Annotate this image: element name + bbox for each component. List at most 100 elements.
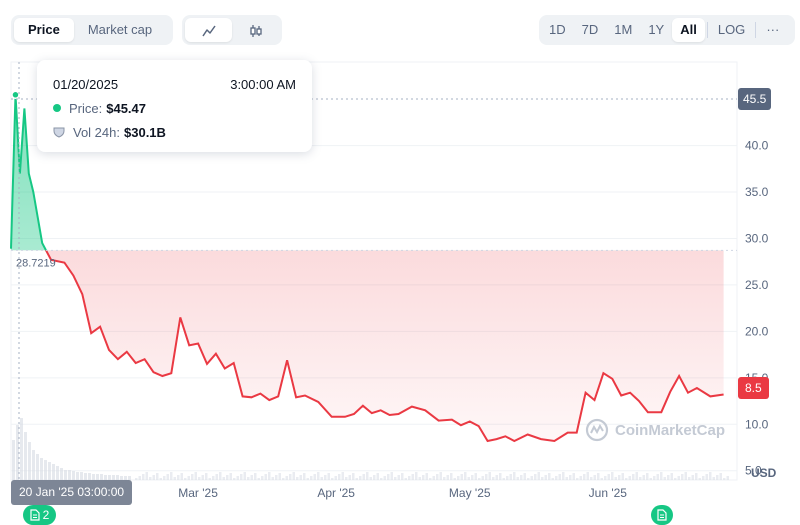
- volume-bar: [156, 473, 159, 480]
- volume-bar: [467, 477, 470, 480]
- volume-bar: [408, 476, 411, 480]
- volume-bar: [523, 473, 526, 480]
- volume-bar: [702, 476, 705, 480]
- volume-bar: [52, 464, 55, 480]
- volume-bar: [635, 472, 638, 480]
- volume-bar: [362, 474, 365, 480]
- volume-bar: [163, 476, 166, 480]
- volume-bar: [642, 475, 645, 480]
- volume-bar: [551, 478, 554, 480]
- volume-bar: [240, 474, 243, 480]
- x-axis: Mar '25 Apr '25 May '25 Jun '25: [178, 486, 627, 500]
- last-price-tag: 8.5: [738, 377, 769, 399]
- volume-bar: [355, 478, 358, 480]
- volume-bar: [390, 472, 393, 480]
- volume-bar: [320, 477, 323, 480]
- volume-bar: [653, 476, 656, 480]
- volume-bar: [285, 476, 288, 480]
- y-tick-label: 25.0: [745, 278, 769, 292]
- volume-bar: [72, 471, 75, 480]
- volume-bar: [20, 418, 23, 480]
- volume-bar: [56, 466, 59, 480]
- volume-bar: [306, 478, 309, 480]
- volume-bar: [80, 472, 83, 480]
- volume-bar: [142, 474, 145, 480]
- volume-bar: [527, 478, 530, 480]
- volume-bar: [352, 473, 355, 480]
- volume-bar: [625, 478, 628, 480]
- volume-bar: [429, 478, 432, 480]
- notes-badge[interactable]: [651, 505, 673, 525]
- volume-bar: [495, 475, 498, 480]
- volume-bar: [723, 478, 726, 480]
- open-price-label: 28.7219: [16, 257, 56, 269]
- y-tick-label: 35.0: [745, 185, 769, 199]
- volume-bar: [12, 440, 15, 480]
- volume-bar: [481, 476, 484, 480]
- document-icon: [30, 509, 40, 521]
- y-tick-label: 30.0: [745, 231, 769, 245]
- volume-bar: [691, 475, 694, 480]
- volume-bar: [373, 475, 376, 480]
- volume-bar: [488, 472, 491, 480]
- volume-bar: [184, 478, 187, 480]
- volume-bar: [180, 473, 183, 480]
- volume-bar: [229, 473, 232, 480]
- volume-bar: [359, 476, 362, 480]
- volume-bar: [152, 475, 155, 480]
- volume-bar: [446, 475, 449, 480]
- volume-bar: [341, 472, 344, 480]
- volume-bar: [513, 472, 516, 480]
- volume-bar: [64, 470, 67, 480]
- volume-bar: [607, 474, 610, 480]
- volume-bar: [212, 476, 215, 480]
- volume-bar: [436, 474, 439, 480]
- volume-bar: [208, 478, 211, 480]
- volume-bar: [222, 477, 225, 480]
- volume-bar: [32, 450, 35, 480]
- volume-bar: [170, 472, 173, 480]
- volume-bar: [509, 474, 512, 480]
- volume-bar: [555, 476, 558, 480]
- volume-bar: [548, 473, 551, 480]
- volume-bar: [439, 472, 442, 480]
- volume-bar: [604, 476, 607, 480]
- volume-bar: [422, 475, 425, 480]
- x-tick-label: Mar '25: [178, 486, 218, 500]
- x-tick-label: Apr '25: [317, 486, 355, 500]
- volume-bar: [646, 473, 649, 480]
- price-dot-icon: [53, 104, 61, 112]
- volume-bar: [499, 473, 502, 480]
- volume-bar: [215, 474, 218, 480]
- volume-bar: [138, 476, 141, 480]
- volume-bar: [418, 477, 421, 480]
- volume-bar: [597, 473, 600, 480]
- volume-bar: [618, 475, 621, 480]
- volume-bar: [460, 474, 463, 480]
- volume-bar: [36, 454, 39, 480]
- volume-bar: [688, 477, 691, 480]
- volume-bar: [76, 472, 79, 480]
- volume-bar: [205, 473, 208, 480]
- volume-bar: [502, 478, 505, 480]
- volume-bar: [681, 474, 684, 480]
- volume-bar: [667, 475, 670, 480]
- volume-bar: [628, 476, 631, 480]
- volume-bar: [443, 477, 446, 480]
- volume-bar: [464, 472, 467, 480]
- tooltip-volume-label: Vol 24h:: [73, 124, 120, 140]
- coinmarketcap-logo-icon: [585, 418, 609, 442]
- volume-bar: [44, 460, 47, 480]
- volume-bar: [674, 478, 677, 480]
- volume-bar: [656, 474, 659, 480]
- volume-bar: [583, 474, 586, 480]
- notes-badge[interactable]: 2: [23, 505, 56, 525]
- volume-bar: [135, 478, 138, 480]
- volume-bar: [663, 477, 666, 480]
- x-tick-label: May '25: [449, 486, 491, 500]
- volume-bar: [590, 477, 593, 480]
- tooltip-date: 01/20/2025: [53, 76, 119, 92]
- volume-bar: [317, 472, 320, 480]
- volume-bar: [191, 474, 194, 480]
- volume-bar: [411, 474, 414, 480]
